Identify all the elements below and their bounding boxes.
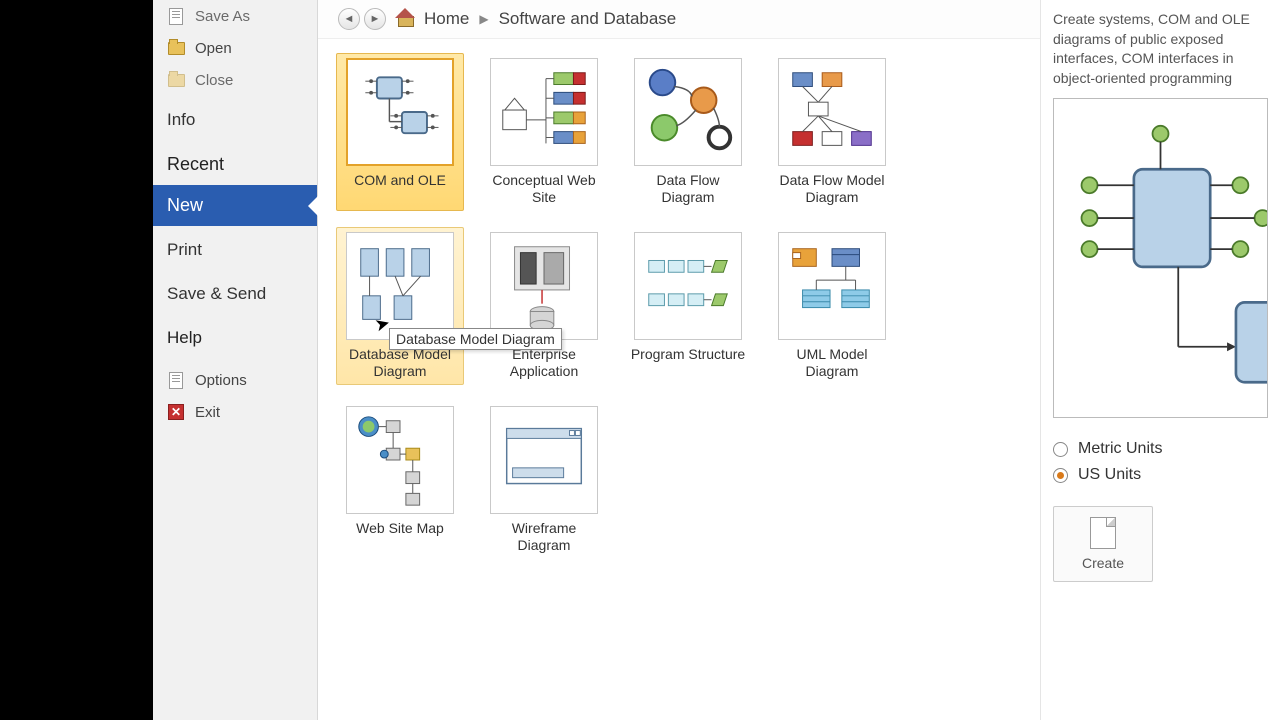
new-menu[interactable]: New	[153, 185, 317, 226]
exit-label: Exit	[195, 404, 220, 421]
template-label: Database Model Diagram	[341, 346, 459, 380]
save-as-label: Save As	[195, 8, 250, 25]
template-label: Conceptual Web Site	[485, 172, 603, 206]
breadcrumb: ◄ ► Home ▶ Software and Database	[318, 0, 1040, 39]
close-label: Close	[195, 72, 233, 89]
us-label: US Units	[1078, 466, 1141, 484]
template-thumb	[778, 58, 886, 166]
template-label: COM and OLE	[354, 172, 446, 206]
template-thumb	[778, 232, 886, 340]
breadcrumb-category[interactable]: Software and Database	[499, 9, 677, 29]
template-thumb	[346, 406, 454, 514]
template-description: Create systems, COM and OLE diagrams of …	[1053, 10, 1268, 88]
us-units-radio[interactable]: US Units	[1053, 462, 1268, 488]
home-icon[interactable]	[396, 11, 414, 27]
back-button[interactable]: ◄	[338, 8, 360, 30]
template-data-flow[interactable]: Data Flow Diagram	[624, 53, 752, 211]
template-web-site-map[interactable]: Web Site Map	[336, 401, 464, 559]
open-label: Open	[195, 40, 232, 57]
template-label: Data Flow Diagram	[629, 172, 747, 206]
template-wireframe[interactable]: Wireframe Diagram	[480, 401, 608, 559]
template-gallery: COM and OLE Conceptual Web	[318, 39, 1040, 720]
radio-on-icon	[1053, 468, 1068, 483]
template-thumb	[490, 58, 598, 166]
radio-off-icon	[1053, 442, 1068, 457]
template-enterprise-app[interactable]: Enterprise Application	[480, 227, 608, 385]
template-program-structure[interactable]: Program Structure	[624, 227, 752, 385]
breadcrumb-separator-icon: ▶	[479, 12, 488, 26]
template-thumb	[634, 232, 742, 340]
save-send-menu[interactable]: Save & Send	[153, 270, 317, 314]
backstage-sidebar: Save As Open Close Info Recent New Print…	[153, 0, 318, 720]
template-com-ole[interactable]: COM and OLE	[336, 53, 464, 211]
close-menu[interactable]: Close	[153, 64, 317, 96]
exit-menu[interactable]: ✕ Exit	[153, 396, 317, 428]
template-label: Data Flow Model Diagram	[773, 172, 891, 206]
template-label: Wireframe Diagram	[485, 520, 603, 554]
help-menu[interactable]: Help	[153, 314, 317, 358]
template-thumb	[490, 406, 598, 514]
create-button[interactable]: Create	[1053, 506, 1153, 582]
nav-buttons: ◄ ►	[338, 8, 386, 30]
new-label: New	[167, 195, 203, 216]
template-db-model[interactable]: Database Model Diagram ➤ Database Model …	[336, 227, 464, 385]
forward-button[interactable]: ►	[364, 8, 386, 30]
folder-open-icon	[167, 39, 185, 57]
recent-menu[interactable]: Recent	[153, 140, 317, 185]
metric-label: Metric Units	[1078, 440, 1162, 458]
new-page-icon	[1090, 517, 1116, 549]
window-letterbox	[0, 0, 153, 720]
metric-units-radio[interactable]: Metric Units	[1053, 436, 1268, 462]
folder-close-icon	[167, 71, 185, 89]
tooltip: Database Model Diagram	[389, 328, 562, 350]
detail-pane: Create systems, COM and OLE diagrams of …	[1040, 0, 1280, 720]
template-conceptual-web[interactable]: Conceptual Web Site	[480, 53, 608, 211]
template-data-flow-model[interactable]: Data Flow Model Diagram	[768, 53, 896, 211]
template-thumb	[634, 58, 742, 166]
main-content: ◄ ► Home ▶ Software and Database	[318, 0, 1040, 720]
template-thumb	[346, 58, 454, 166]
template-label: Enterprise Application	[485, 346, 603, 380]
template-grid: COM and OLE Conceptual Web	[336, 53, 1022, 559]
print-menu[interactable]: Print	[153, 226, 317, 270]
template-preview	[1053, 98, 1268, 418]
info-menu[interactable]: Info	[153, 96, 317, 140]
template-uml-model[interactable]: UML Model Diagram	[768, 227, 896, 385]
template-label: Program Structure	[631, 346, 745, 380]
exit-icon: ✕	[167, 403, 185, 421]
save-as-menu: Save As	[153, 0, 317, 32]
breadcrumb-home[interactable]: Home	[424, 9, 469, 29]
options-menu[interactable]: Options	[153, 364, 317, 396]
options-label: Options	[195, 372, 247, 389]
template-thumb	[346, 232, 454, 340]
open-menu[interactable]: Open	[153, 32, 317, 64]
template-label: Web Site Map	[356, 520, 444, 554]
options-icon	[167, 371, 185, 389]
template-label: UML Model Diagram	[773, 346, 891, 380]
save-as-icon	[167, 7, 185, 25]
create-label: Create	[1082, 555, 1124, 571]
template-thumb	[490, 232, 598, 340]
